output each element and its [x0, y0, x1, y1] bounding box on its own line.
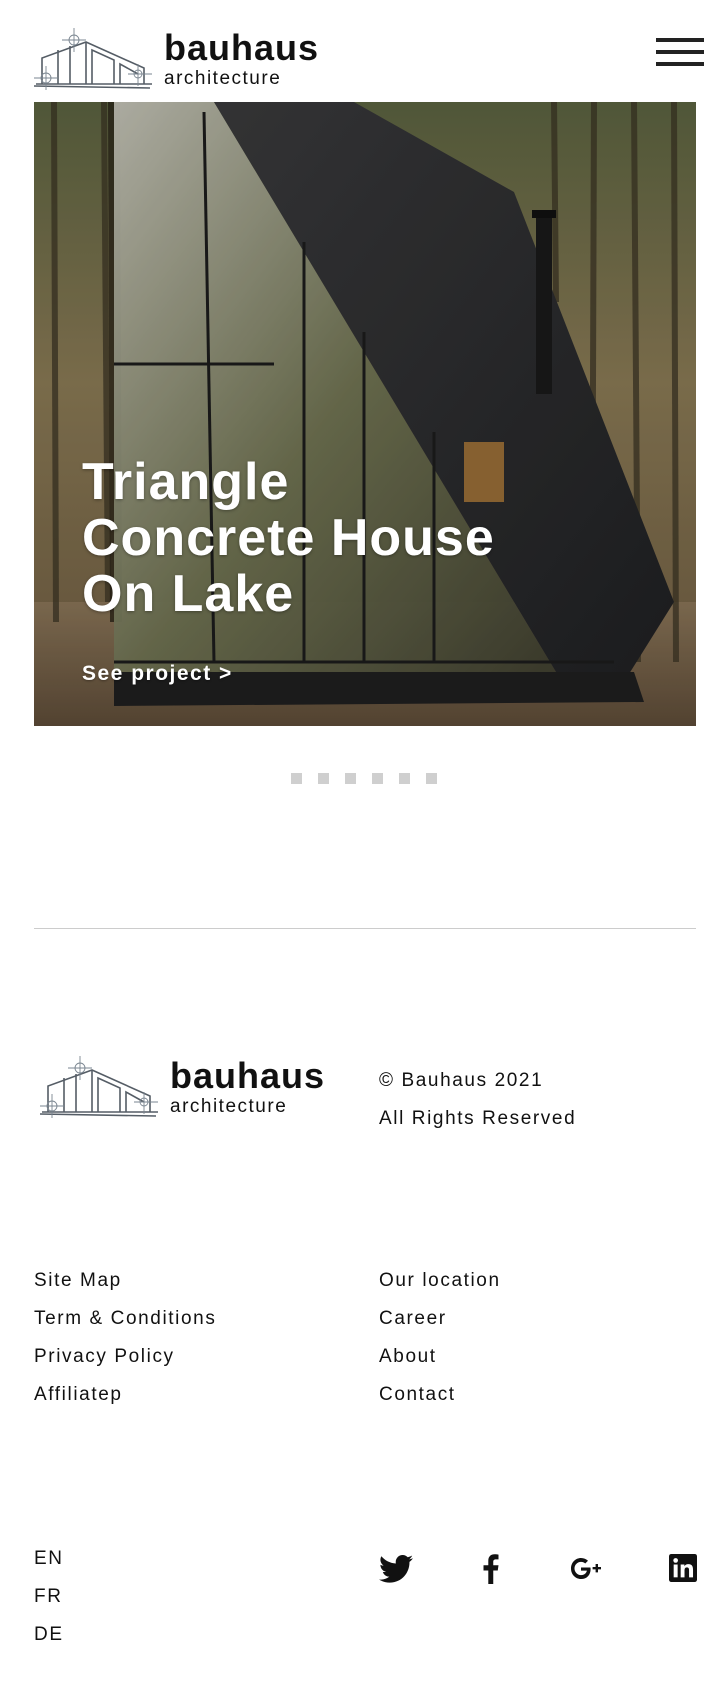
footer-link-privacy[interactable]: Privacy Policy — [34, 1338, 216, 1376]
copyright: © Bauhaus 2021 All Rights Reserved — [379, 1062, 576, 1138]
site-header: bauhaus architecture — [34, 28, 704, 98]
hamburger-menu-icon[interactable] — [656, 36, 704, 72]
logo-text: bauhaus architecture — [170, 1055, 326, 1117]
hamburger-line — [656, 38, 704, 42]
rights-reserved: All Rights Reserved — [379, 1108, 577, 1129]
language-de[interactable]: DE — [34, 1616, 64, 1654]
footer-links-right: Our location Career About Contact — [379, 1262, 501, 1414]
footer-link-affiliate[interactable]: Affiliatep — [34, 1376, 216, 1414]
logo-name: bauhaus — [170, 1055, 326, 1096]
header-logo[interactable]: bauhaus architecture — [34, 28, 319, 92]
carousel-dots — [0, 773, 728, 784]
language-en[interactable]: EN — [34, 1540, 64, 1578]
carousel-dot[interactable] — [426, 773, 437, 784]
carousel-dot[interactable] — [318, 773, 329, 784]
footer-link-about[interactable]: About — [379, 1338, 501, 1376]
google-plus-icon[interactable] — [571, 1554, 601, 1586]
hero-title: Triangle Concrete House On Lake — [82, 453, 495, 623]
footer-link-terms[interactable]: Term & Conditions — [34, 1300, 216, 1338]
footer-link-location[interactable]: Our location — [379, 1262, 501, 1300]
hero-image — [34, 102, 696, 726]
hero-slide[interactable]: Triangle Concrete House On Lake See proj… — [34, 102, 696, 726]
footer-link-contact[interactable]: Contact — [379, 1376, 501, 1414]
logo-house-sketch-icon — [40, 1056, 158, 1118]
language-fr[interactable]: FR — [34, 1578, 64, 1616]
hamburger-line — [656, 62, 704, 66]
section-divider — [34, 928, 696, 929]
footer-link-career[interactable]: Career — [379, 1300, 501, 1338]
logo-text: bauhaus architecture — [164, 27, 320, 89]
see-project-link[interactable]: See project > — [82, 662, 233, 686]
carousel-dot[interactable] — [399, 773, 410, 784]
footer-link-site-map[interactable]: Site Map — [34, 1262, 216, 1300]
language-switcher: EN FR DE — [34, 1540, 64, 1654]
logo-name: bauhaus — [164, 27, 320, 68]
page: bauhaus architecture Triangle Concrete H… — [0, 0, 728, 1708]
carousel-dot[interactable] — [345, 773, 356, 784]
logo-subtitle: architecture — [164, 68, 282, 89]
carousel-dot[interactable] — [372, 773, 383, 784]
carousel-dot[interactable] — [291, 773, 302, 784]
footer-logo[interactable]: bauhaus architecture — [40, 1056, 325, 1120]
social-links — [379, 1554, 699, 1586]
twitter-icon[interactable] — [379, 1554, 413, 1586]
logo-house-sketch-icon — [34, 28, 152, 90]
logo-subtitle: architecture — [170, 1096, 288, 1117]
copyright-line: © Bauhaus 2021 — [379, 1070, 544, 1091]
linkedin-icon[interactable] — [669, 1554, 697, 1586]
footer-links-left: Site Map Term & Conditions Privacy Polic… — [34, 1262, 216, 1414]
hamburger-line — [656, 50, 704, 54]
facebook-icon[interactable] — [483, 1554, 499, 1586]
